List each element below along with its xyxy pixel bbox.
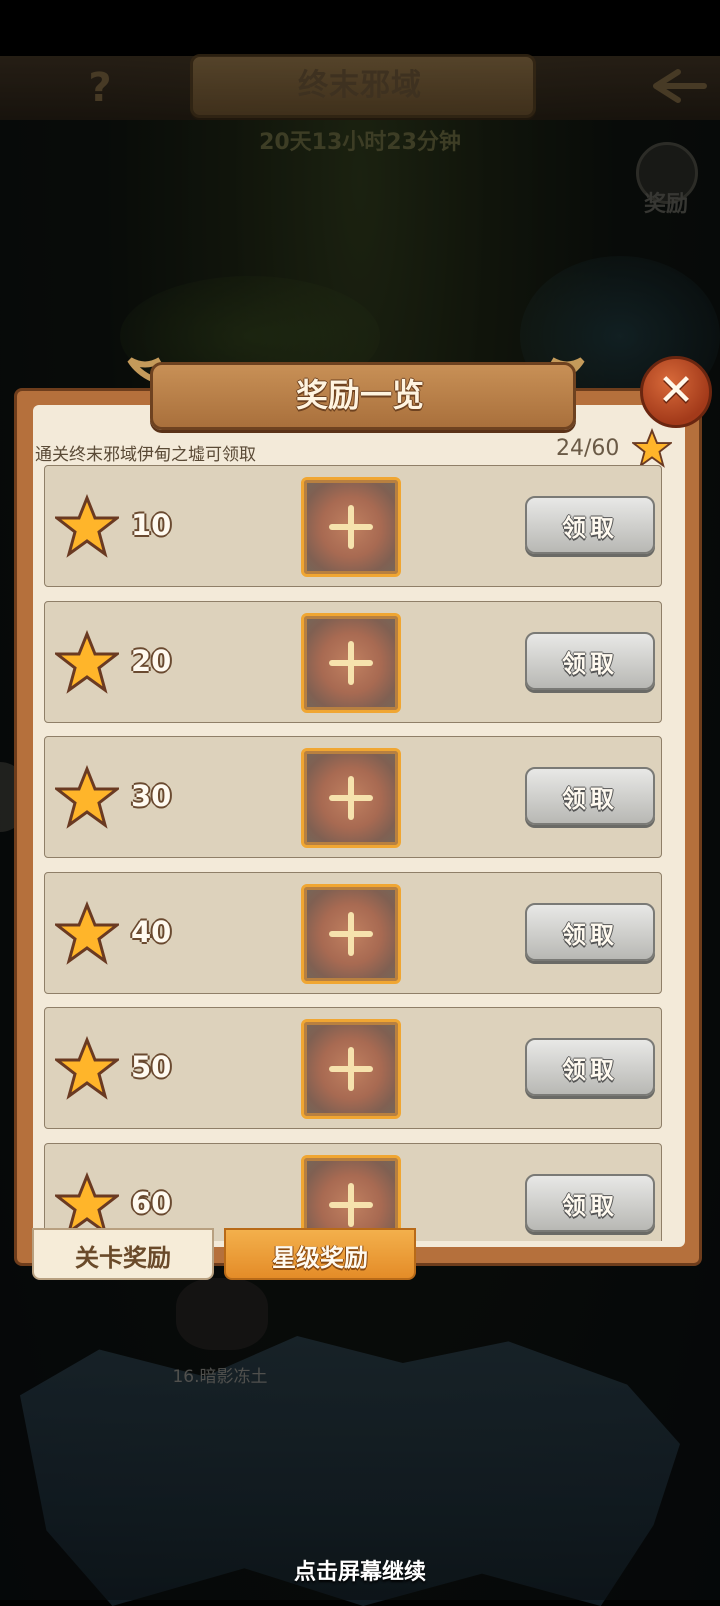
star-icon: [55, 494, 119, 558]
plus-icon: [348, 1183, 354, 1227]
claim-label: 领取: [562, 1192, 618, 1220]
plus-icon: [348, 1047, 354, 1091]
modal-subtitle: 通关终末邪域伊甸之墟可领取: [35, 445, 256, 465]
star-icon: [55, 1036, 119, 1100]
close-button[interactable]: ✕: [640, 356, 712, 428]
claim-button[interactable]: 领取: [525, 1038, 655, 1096]
star-threshold: 10: [131, 508, 172, 542]
modal-title: 奖励一览: [295, 376, 424, 414]
claim-button[interactable]: 领取: [525, 496, 655, 554]
plus-icon: [348, 912, 354, 956]
reward-row: 30 领取: [44, 736, 662, 858]
claim-label: 领取: [562, 1056, 618, 1084]
reward-row: 10 领取: [44, 465, 662, 587]
claim-button[interactable]: 领取: [525, 632, 655, 690]
reward-row: 50 领取: [44, 1007, 662, 1129]
tab-label: 星级奖励: [272, 1244, 368, 1272]
claim-button[interactable]: 领取: [525, 903, 655, 961]
star-threshold: 50: [131, 1050, 172, 1084]
claim-button[interactable]: 领取: [525, 1174, 655, 1232]
reward-item-slot[interactable]: [301, 748, 401, 848]
tap-to-continue-hint: 点击屏幕继续: [293, 1560, 426, 1585]
plus-icon: [348, 505, 354, 549]
reward-row: 20 领取: [44, 601, 662, 723]
reward-row: 60 领取: [44, 1143, 662, 1241]
reward-item-slot[interactable]: [301, 884, 401, 984]
star-icon: [55, 1172, 119, 1236]
tab-label: 关卡奖励: [75, 1244, 171, 1272]
reward-item-slot[interactable]: [301, 1019, 401, 1119]
reward-list[interactable]: 10 领取 20 领取 30 领取 40 领取 50 领取 60 领取: [30, 465, 690, 1241]
star-icon: [55, 630, 119, 694]
claim-label: 领取: [562, 650, 618, 678]
tab-stage-rewards[interactable]: 关卡奖励: [32, 1228, 214, 1280]
star-threshold: 40: [131, 915, 172, 949]
reward-item-slot[interactable]: [301, 477, 401, 577]
close-icon: ✕: [657, 365, 695, 416]
tab-star-rewards[interactable]: 星级奖励: [224, 1228, 416, 1280]
claim-label: 领取: [562, 921, 618, 949]
star-progress: 24/60: [556, 436, 620, 461]
reward-item-slot[interactable]: [301, 613, 401, 713]
plus-icon: [348, 641, 354, 685]
star-threshold: 30: [131, 779, 172, 813]
star-threshold: 60: [131, 1186, 172, 1220]
star-icon: [632, 428, 672, 468]
claim-label: 领取: [562, 785, 618, 813]
claim-label: 领取: [562, 514, 618, 542]
star-icon: [55, 901, 119, 965]
star-threshold: 20: [131, 644, 172, 678]
star-icon: [55, 765, 119, 829]
claim-button[interactable]: 领取: [525, 767, 655, 825]
plus-icon: [348, 776, 354, 820]
reward-row: 40 领取: [44, 872, 662, 994]
